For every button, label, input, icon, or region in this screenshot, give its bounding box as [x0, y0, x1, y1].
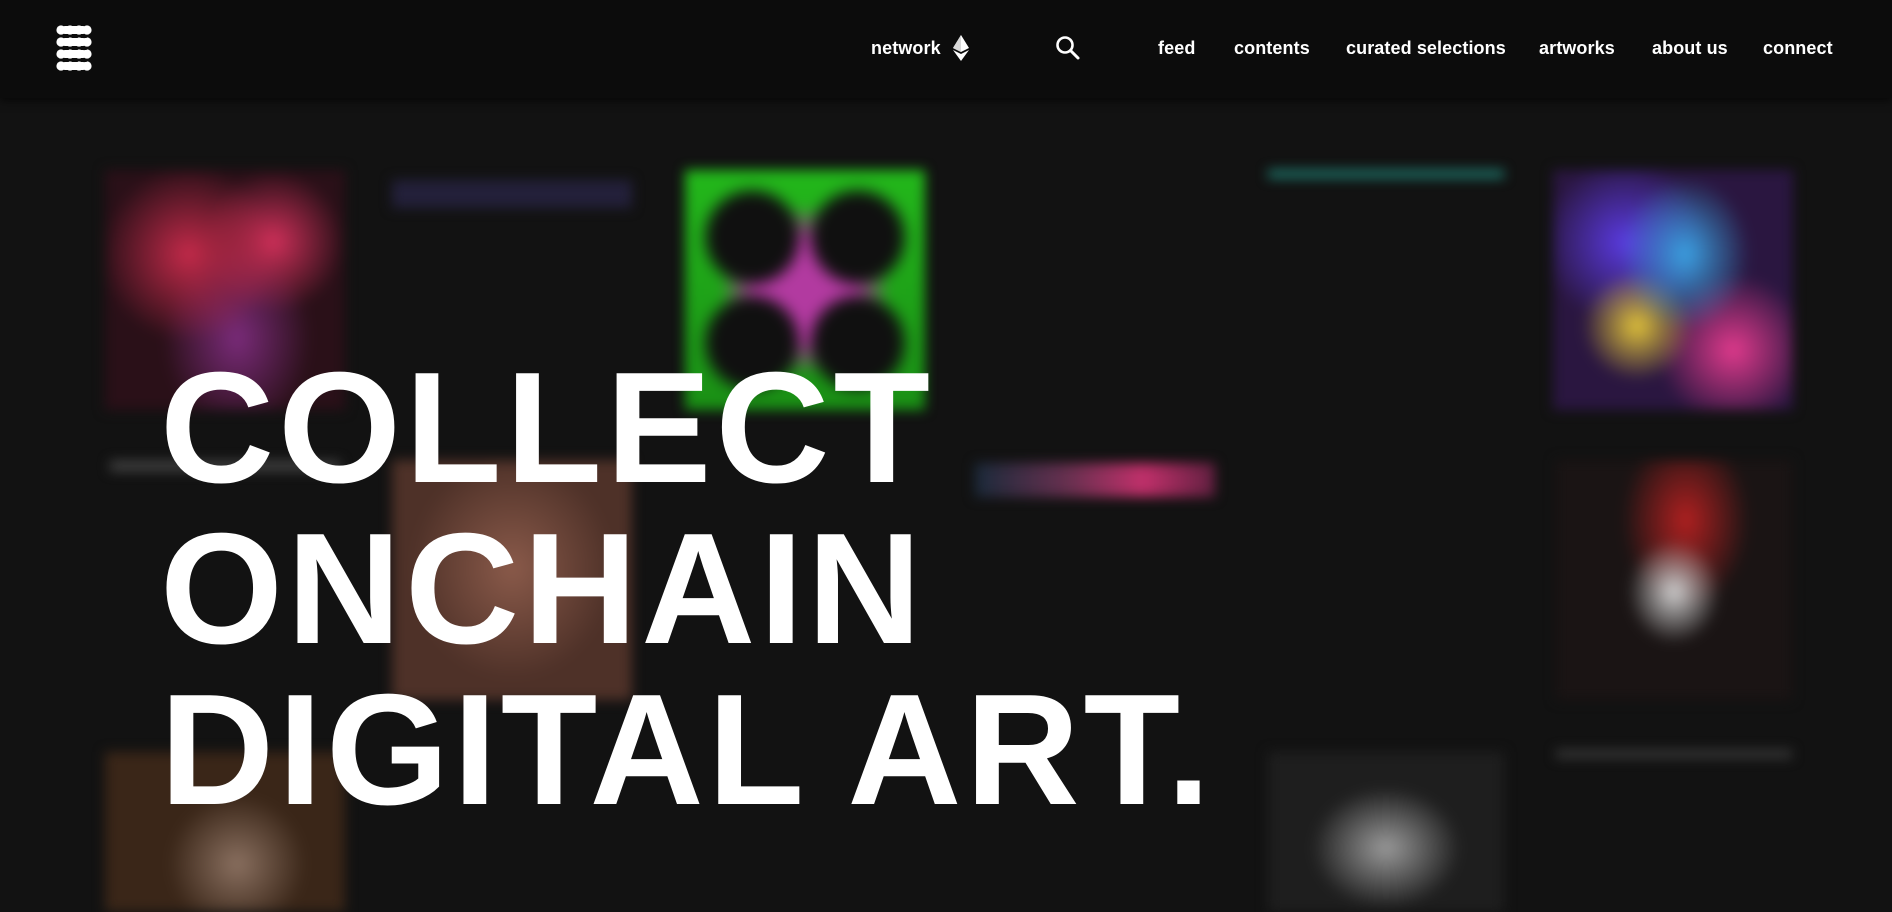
artwork-tile[interactable] — [1556, 750, 1792, 758]
ethereum-icon[interactable] — [952, 35, 970, 61]
nav-link-curated-selections[interactable]: curated selections — [1346, 38, 1506, 59]
artwork-tile[interactable] — [1268, 170, 1504, 178]
artwork-tile[interactable] — [1268, 752, 1504, 912]
nav-link-connect[interactable]: connect — [1763, 38, 1833, 59]
nav-link-artworks[interactable]: artworks — [1539, 38, 1615, 59]
network-selector[interactable]: network — [871, 38, 941, 59]
hero-line-collect: COLLECT — [160, 340, 935, 516]
nav-link-contents[interactable]: contents — [1234, 38, 1310, 59]
nav-link-about-us[interactable]: about us — [1652, 38, 1728, 59]
grid-dots-logo-icon[interactable] — [56, 25, 92, 73]
search-icon[interactable] — [1055, 35, 1081, 61]
artwork-tile[interactable] — [1553, 170, 1793, 410]
artwork-tile[interactable] — [392, 180, 632, 208]
hero-headline: COLLECT ONCHAIN DIGITAL ART. — [160, 348, 1214, 831]
nav-link-feed[interactable]: feed — [1158, 38, 1195, 59]
hero-line-digital-art: DIGITAL ART. — [160, 662, 1215, 838]
artwork-tile[interactable] — [1556, 460, 1792, 700]
top-navbar: network feed contents curated selections… — [0, 0, 1892, 98]
hero-line-onchain: ONCHAIN — [160, 501, 926, 677]
